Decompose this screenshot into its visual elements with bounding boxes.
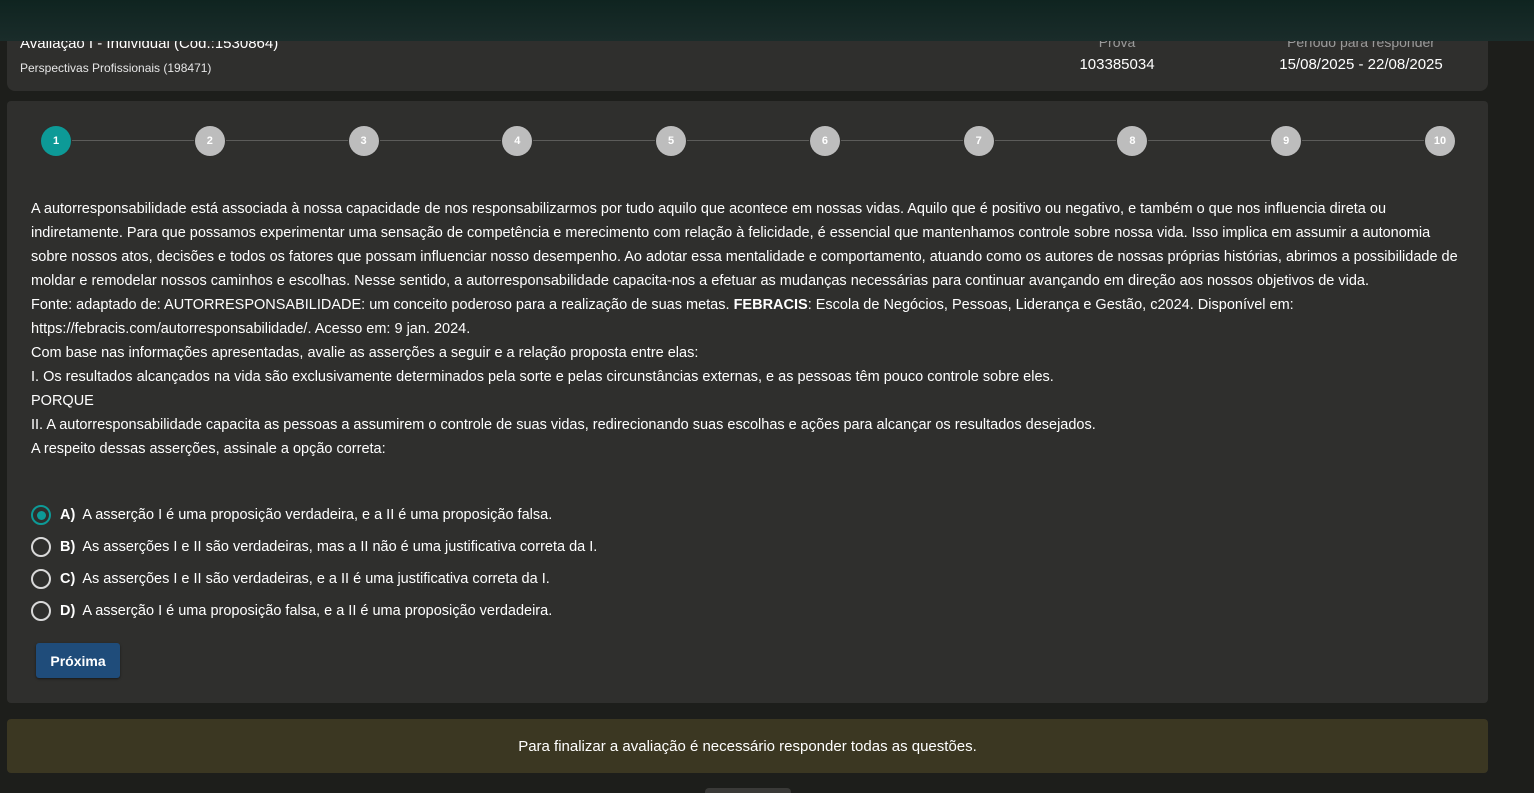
option-a-text: A asserção I é uma proposição verdadeira…: [82, 507, 553, 523]
option-d[interactable]: D) A asserção I é uma proposição falsa, …: [31, 595, 597, 627]
radio-d[interactable]: [31, 601, 51, 621]
assertion-2: II. A autorresponsabilidade capacita as …: [31, 417, 1096, 433]
option-c[interactable]: C) As asserções I e II são verdadeiras, …: [31, 563, 597, 595]
step-2[interactable]: 2: [194, 126, 225, 156]
step-3[interactable]: 3: [348, 126, 379, 156]
option-a-letter: A): [60, 507, 76, 523]
answer-options: A) A asserção I é uma proposição verdade…: [31, 499, 597, 627]
question-card: 1 2 3 4 5 6 7 8 9 10 A autorresponsabilidade está…: [7, 101, 1488, 703]
option-b-letter: B): [60, 539, 76, 555]
question-body: A autorresponsabilidade está associada à…: [31, 197, 1461, 461]
step-1[interactable]: 1: [41, 126, 71, 156]
step-7[interactable]: 7: [963, 126, 994, 156]
option-c-letter: C): [60, 571, 76, 587]
question-text: A autorresponsabilidade está associada à…: [31, 201, 1458, 289]
option-d-text: A asserção I é uma proposição falsa, e a…: [82, 603, 553, 619]
step-5[interactable]: 5: [656, 126, 687, 156]
stepper-line: [56, 140, 1440, 141]
porque-label: PORQUE: [31, 393, 94, 409]
question-source: Fonte: adaptado de: AUTORRESPONSABILIDAD…: [31, 293, 1461, 341]
option-c-text: As asserções I e II são verdadeiras, e a…: [82, 571, 550, 587]
radio-b[interactable]: [31, 537, 51, 557]
finish-notice: Para finalizar a avaliação é necessário …: [7, 719, 1488, 773]
step-10[interactable]: 10: [1425, 126, 1455, 156]
next-button[interactable]: Próxima: [36, 643, 120, 678]
periodo-value: 15/08/2025 - 22/08/2025: [1279, 56, 1443, 73]
prova-value: 103385034: [1079, 56, 1155, 73]
step-9[interactable]: 9: [1271, 126, 1302, 156]
top-bar: [0, 0, 1534, 41]
step-6[interactable]: 6: [809, 126, 840, 156]
radio-c[interactable]: [31, 569, 51, 589]
course-name: Perspectivas Profissionais (198471): [20, 61, 212, 75]
bottom-tab[interactable]: [705, 788, 791, 793]
source-prefix: Fonte: adaptado de: AUTORRESPONSABILIDAD…: [31, 297, 734, 313]
option-b[interactable]: B) As asserções I e II são verdadeiras, …: [31, 531, 597, 563]
radio-a-dot: [36, 510, 46, 520]
step-8[interactable]: 8: [1117, 126, 1148, 156]
option-d-letter: D): [60, 603, 76, 619]
question-instruction: Com base nas informações apresentadas, a…: [31, 345, 699, 361]
question-prompt: A respeito dessas asserções, assinale a …: [31, 441, 386, 457]
option-a[interactable]: A) A asserção I é uma proposição verdade…: [31, 499, 597, 531]
assertion-1: I. Os resultados alcançados na vida são …: [31, 369, 1054, 385]
option-b-text: As asserções I e II são verdadeiras, mas…: [82, 539, 598, 555]
step-4[interactable]: 4: [502, 126, 533, 156]
source-bold: FEBRACIS: [733, 297, 808, 313]
question-stepper: 1 2 3 4 5 6 7 8 9 10: [41, 125, 1455, 157]
radio-a[interactable]: [31, 505, 51, 525]
